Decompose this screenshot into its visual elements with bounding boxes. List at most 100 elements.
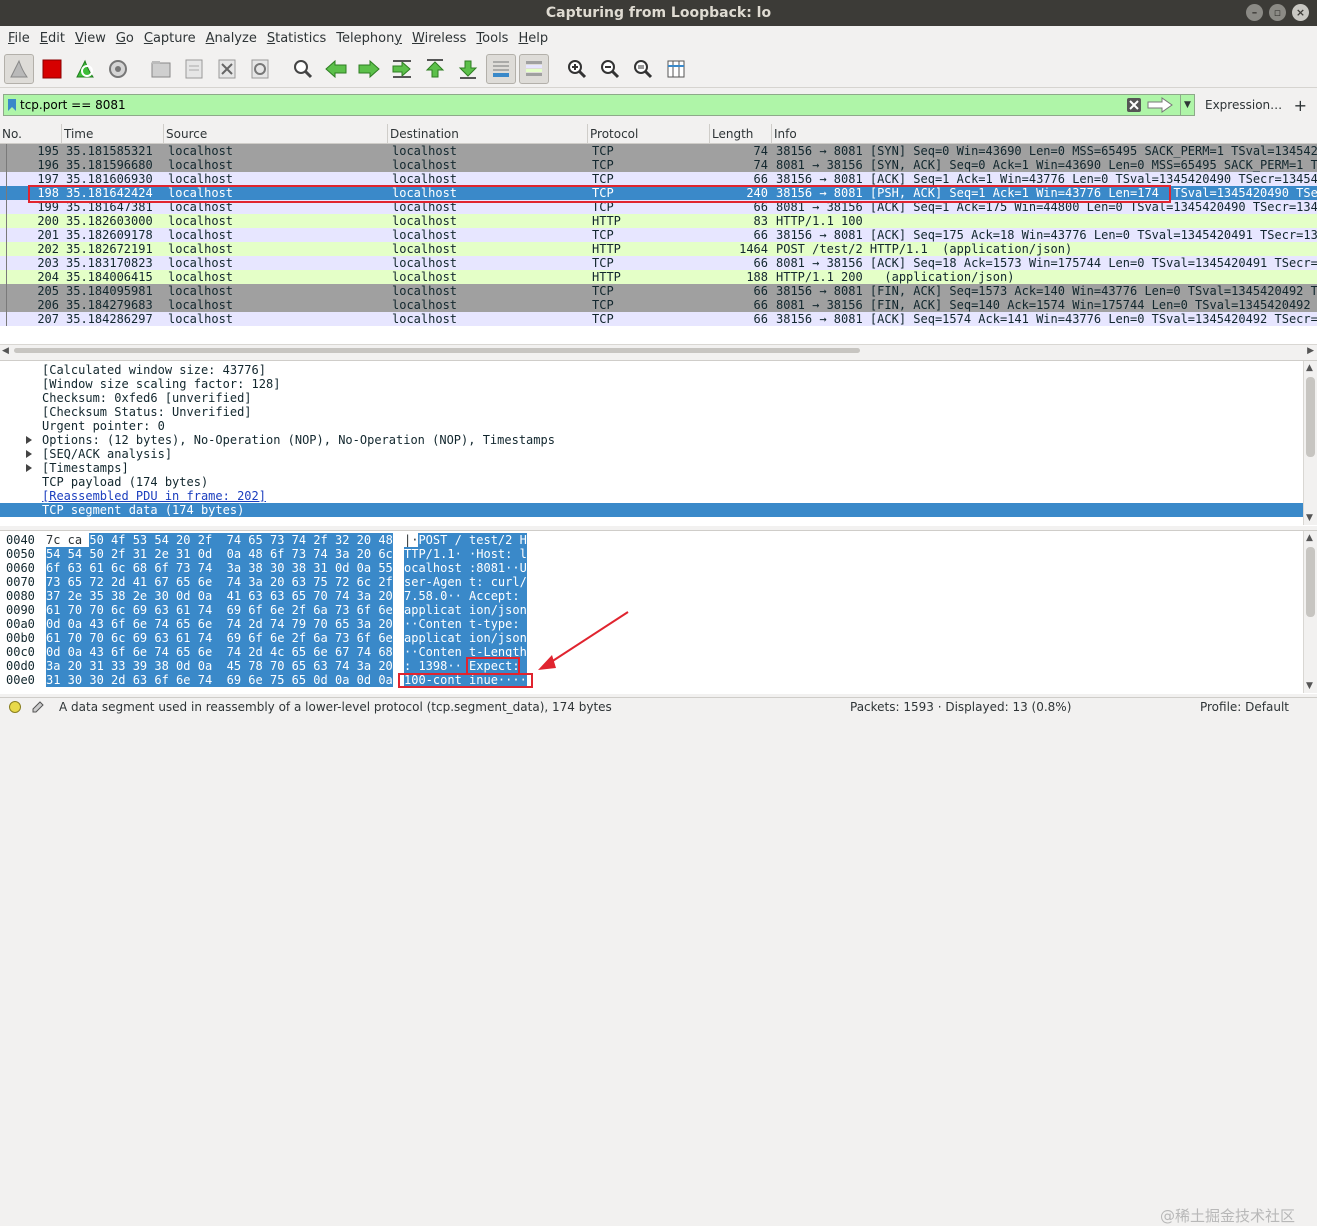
column-header-length[interactable]: Length <box>710 124 772 144</box>
detail-tree-item[interactable]: Checksum: 0xfed6 [unverified] <box>0 391 1303 405</box>
menu-item[interactable]: Wireless <box>408 31 470 46</box>
shark-fin-start-icon[interactable] <box>4 53 34 84</box>
details-scroll-thumb[interactable] <box>1306 377 1315 457</box>
detail-tree-item[interactable]: [Timestamps] <box>0 461 1303 475</box>
menu-item[interactable]: Go <box>112 31 138 46</box>
hex-bytes[interactable]: 3a 20 31 33 39 38 0d 0a 45 78 70 65 63 7… <box>46 659 393 673</box>
detail-tree-item[interactable]: [Checksum Status: Unverified] <box>0 405 1303 419</box>
menu-item[interactable]: Help <box>514 31 552 46</box>
detail-tree-item[interactable]: [Calculated window size: 43776] <box>0 363 1303 377</box>
menu-item[interactable]: File <box>4 31 34 46</box>
packet-row[interactable]: 196 35.181596680 localhost localhost TCP 74 80… <box>0 158 1317 172</box>
column-header-protocol[interactable]: Protocol <box>588 124 710 144</box>
detail-tree-item[interactable]: Options: (12 bytes), No-Operation (NOP),… <box>0 433 1303 447</box>
go-forward-icon[interactable] <box>354 54 384 84</box>
column-header-time[interactable]: Time <box>62 124 164 144</box>
minimize-icon[interactable]: – <box>1246 4 1263 21</box>
ascii-bytes[interactable]: ··Conten t-Length <box>404 645 527 659</box>
go-last-icon[interactable] <box>453 54 483 84</box>
ascii-bytes[interactable]: ser-Agen t: curl/ <box>404 575 527 589</box>
detail-tree-item[interactable]: [Reassembled PDU in frame: 202] <box>0 489 1303 503</box>
resize-columns-icon[interactable] <box>661 54 691 84</box>
packet-row[interactable]: 203 35.183170823 localhost localhost TCP 66 80… <box>0 256 1317 270</box>
autoscroll-icon[interactable] <box>486 53 516 84</box>
filter-history-dropdown-icon[interactable]: ▼ <box>1180 95 1194 115</box>
expand-arrow-icon[interactable] <box>26 436 32 444</box>
menu-item[interactable]: Analyze <box>202 31 261 46</box>
save-file-icon[interactable] <box>179 54 209 84</box>
packet-row[interactable]: 202 35.182672191 localhost localhost HTTP 146… <box>0 242 1317 256</box>
scroll-down-icon[interactable]: ▼ <box>1306 681 1313 691</box>
packet-row[interactable]: 198 35.181642424 localhost localhost TCP 240 3… <box>0 186 1317 200</box>
ascii-bytes[interactable]: TTP/1.1· ·Host: l <box>404 547 527 561</box>
close-icon[interactable]: × <box>1292 4 1309 21</box>
menu-item[interactable]: Capture <box>140 31 200 46</box>
scroll-down-icon[interactable]: ▼ <box>1306 513 1313 523</box>
detail-tree-item[interactable]: Urgent pointer: 0 <box>0 419 1303 433</box>
ascii-bytes[interactable]: ··Conten t-type: <box>404 617 527 631</box>
find-packet-icon[interactable] <box>288 54 318 84</box>
hex-bytes[interactable]: 6f 63 61 6c 68 6f 73 74 3a 38 30 38 31 0… <box>46 561 393 575</box>
column-header-destination[interactable]: Destination <box>388 124 588 144</box>
zoom-normal-icon[interactable] <box>628 54 658 84</box>
packet-row[interactable]: 205 35.184095981 localhost localhost TCP 66 38… <box>0 284 1317 298</box>
horizontal-scroll-thumb[interactable] <box>14 348 860 353</box>
display-filter-input[interactable] <box>20 95 1126 115</box>
ascii-bytes[interactable]: applicat ion/json <box>404 631 527 645</box>
column-header-no[interactable]: No. <box>0 124 62 144</box>
menu-item[interactable]: Telephony <box>332 31 406 46</box>
colorize-icon[interactable] <box>519 53 549 84</box>
column-header-info[interactable]: Info <box>772 124 1317 144</box>
hex-bytes[interactable]: 0d 0a 43 6f 6e 74 65 6e 74 2d 74 79 70 6… <box>46 617 393 631</box>
details-vertical-scrollbar[interactable]: ▲ ▼ <box>1303 361 1317 525</box>
ascii-bytes[interactable]: 100-cont inue···· <box>404 673 527 687</box>
stop-icon[interactable] <box>37 54 67 84</box>
scroll-up-icon[interactable]: ▲ <box>1306 533 1313 543</box>
capture-comment-icon[interactable] <box>31 700 45 713</box>
scroll-right-icon[interactable]: ▶ <box>1307 346 1314 356</box>
go-back-icon[interactable] <box>321 54 351 84</box>
expression-button[interactable]: Expression… <box>1205 98 1282 112</box>
menu-item[interactable]: Edit <box>36 31 69 46</box>
go-to-packet-icon[interactable] <box>387 54 417 84</box>
hex-bytes[interactable]: 37 2e 35 38 2e 30 0d 0a 41 63 63 65 70 7… <box>46 589 393 603</box>
bookmark-icon[interactable] <box>4 95 20 115</box>
expand-arrow-icon[interactable] <box>26 464 32 472</box>
maximize-icon[interactable]: ▫ <box>1269 4 1286 21</box>
open-file-icon[interactable] <box>146 54 176 84</box>
hex-bytes[interactable]: 61 70 70 6c 69 63 61 74 69 6f 6e 2f 6a 7… <box>46 603 393 617</box>
go-first-icon[interactable] <box>420 54 450 84</box>
bytes-scroll-thumb[interactable] <box>1306 547 1315 617</box>
hex-bytes[interactable]: 31 30 30 2d 63 6f 6e 74 69 6e 75 65 0d 0… <box>46 673 393 687</box>
ascii-bytes[interactable]: |·POST / test/2 H <box>404 533 527 547</box>
packet-row[interactable]: 204 35.184006415 localhost localhost HTTP 188… <box>0 270 1317 284</box>
menu-item[interactable]: Tools <box>472 31 512 46</box>
detail-tree-item[interactable]: TCP segment data (174 bytes) <box>0 503 1303 517</box>
clear-filter-icon[interactable] <box>1126 97 1142 113</box>
menu-item[interactable]: Statistics <box>263 31 330 46</box>
packet-row[interactable]: 206 35.184279683 localhost localhost TCP 66 80… <box>0 298 1317 312</box>
capture-options-icon[interactable] <box>103 54 133 84</box>
detail-tree-item[interactable]: TCP payload (174 bytes) <box>0 475 1303 489</box>
close-file-icon[interactable] <box>212 54 242 84</box>
status-profile[interactable]: Profile: Default <box>1200 700 1289 714</box>
reload-icon[interactable] <box>245 54 275 84</box>
ascii-bytes[interactable]: ocalhost :8081··U <box>404 561 527 575</box>
scroll-up-icon[interactable]: ▲ <box>1306 363 1313 373</box>
packet-row[interactable]: 201 35.182609178 localhost localhost TCP 66 38… <box>0 228 1317 242</box>
hex-bytes[interactable]: 7c ca 50 4f 53 54 20 2f 74 65 73 74 2f 3… <box>46 533 393 547</box>
packet-row[interactable]: 199 35.181647381 localhost localhost TCP 66 80… <box>0 200 1317 214</box>
detail-tree-item[interactable]: [Window size scaling factor: 128] <box>0 377 1303 391</box>
hex-bytes[interactable]: 54 54 50 2f 31 2e 31 0d 0a 48 6f 73 74 3… <box>46 547 393 561</box>
detail-tree-item[interactable]: [SEQ/ACK analysis] <box>0 447 1303 461</box>
packet-row[interactable]: 200 35.182603000 localhost localhost HTTP 83 H… <box>0 214 1317 228</box>
packet-list-horizontal-scrollbar[interactable]: ◀ ▶ <box>0 344 1317 356</box>
hex-bytes[interactable]: 0d 0a 43 6f 6e 74 65 6e 74 2d 4c 65 6e 6… <box>46 645 393 659</box>
column-header-source[interactable]: Source <box>164 124 388 144</box>
add-filter-button[interactable]: + <box>1294 96 1307 115</box>
ascii-bytes[interactable]: : 1398·· Expect: <box>404 659 527 673</box>
zoom-in-icon[interactable] <box>562 54 592 84</box>
hex-bytes[interactable]: 73 65 72 2d 41 67 65 6e 74 3a 20 63 75 7… <box>46 575 393 589</box>
menu-item[interactable]: View <box>71 31 110 46</box>
packet-row[interactable]: 207 35.184286297 localhost localhost TCP 66 38… <box>0 312 1317 326</box>
